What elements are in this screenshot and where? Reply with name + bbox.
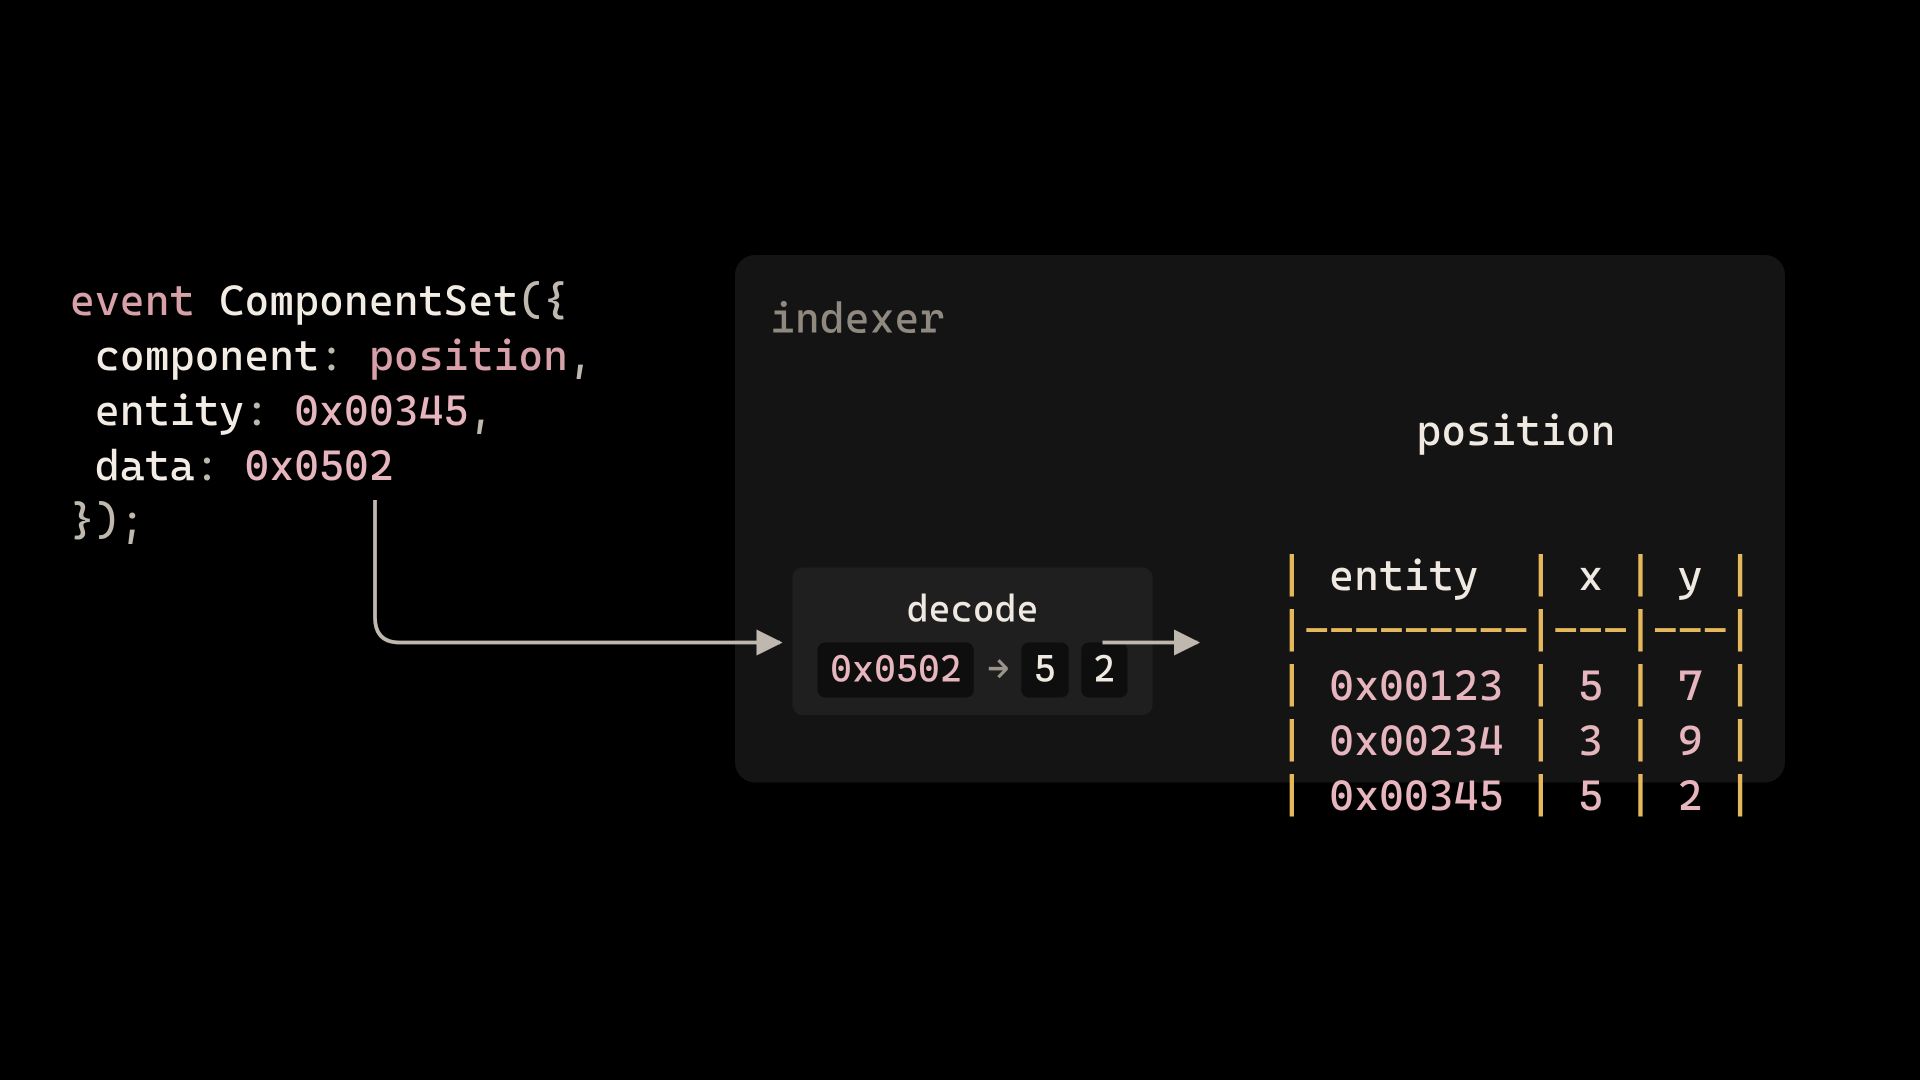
key-data: data [95,440,195,490]
key-component: component [95,330,319,380]
r2-x: 5 [1578,770,1603,820]
decode-raw: 0x0502 [818,643,975,698]
key-entity: entity [95,385,244,435]
event-code: event ComponentSet({ component: position… [70,218,593,548]
decode-title: decode [818,585,1128,635]
th-y: y [1678,550,1703,600]
r2-y: 2 [1678,770,1703,820]
r1-x: 3 [1578,715,1603,765]
val-data: 0x0502 [244,440,393,490]
decode-row: 0x0502 → 5 2 [818,643,1128,698]
r1-entity: 0x00234 [1329,715,1503,765]
r1-y: 9 [1678,715,1703,765]
position-table: position | entity | x | y | |---------|-… [1279,293,1752,878]
val-component: position [369,330,568,380]
decode-arrow-icon: → [987,645,1009,695]
panel-title: indexer [770,293,944,343]
val-entity: 0x00345 [294,385,468,435]
decode-out1: 5 [1021,643,1068,698]
decode-box: decode 0x0502 → 5 2 [793,568,1153,716]
decode-out2: 2 [1081,643,1128,698]
r0-entity: 0x00123 [1329,660,1503,710]
r0-y: 7 [1678,660,1703,710]
th-x: x [1578,550,1603,600]
kw-event: event [70,275,195,325]
fn-name: ComponentSet [219,275,518,325]
open-brace: ({ [518,275,568,325]
r0-x: 5 [1578,660,1603,710]
close-brace: }); [70,495,145,545]
th-entity: entity [1329,550,1478,600]
r2-entity: 0x00345 [1329,770,1503,820]
table-title: position [1279,403,1752,458]
